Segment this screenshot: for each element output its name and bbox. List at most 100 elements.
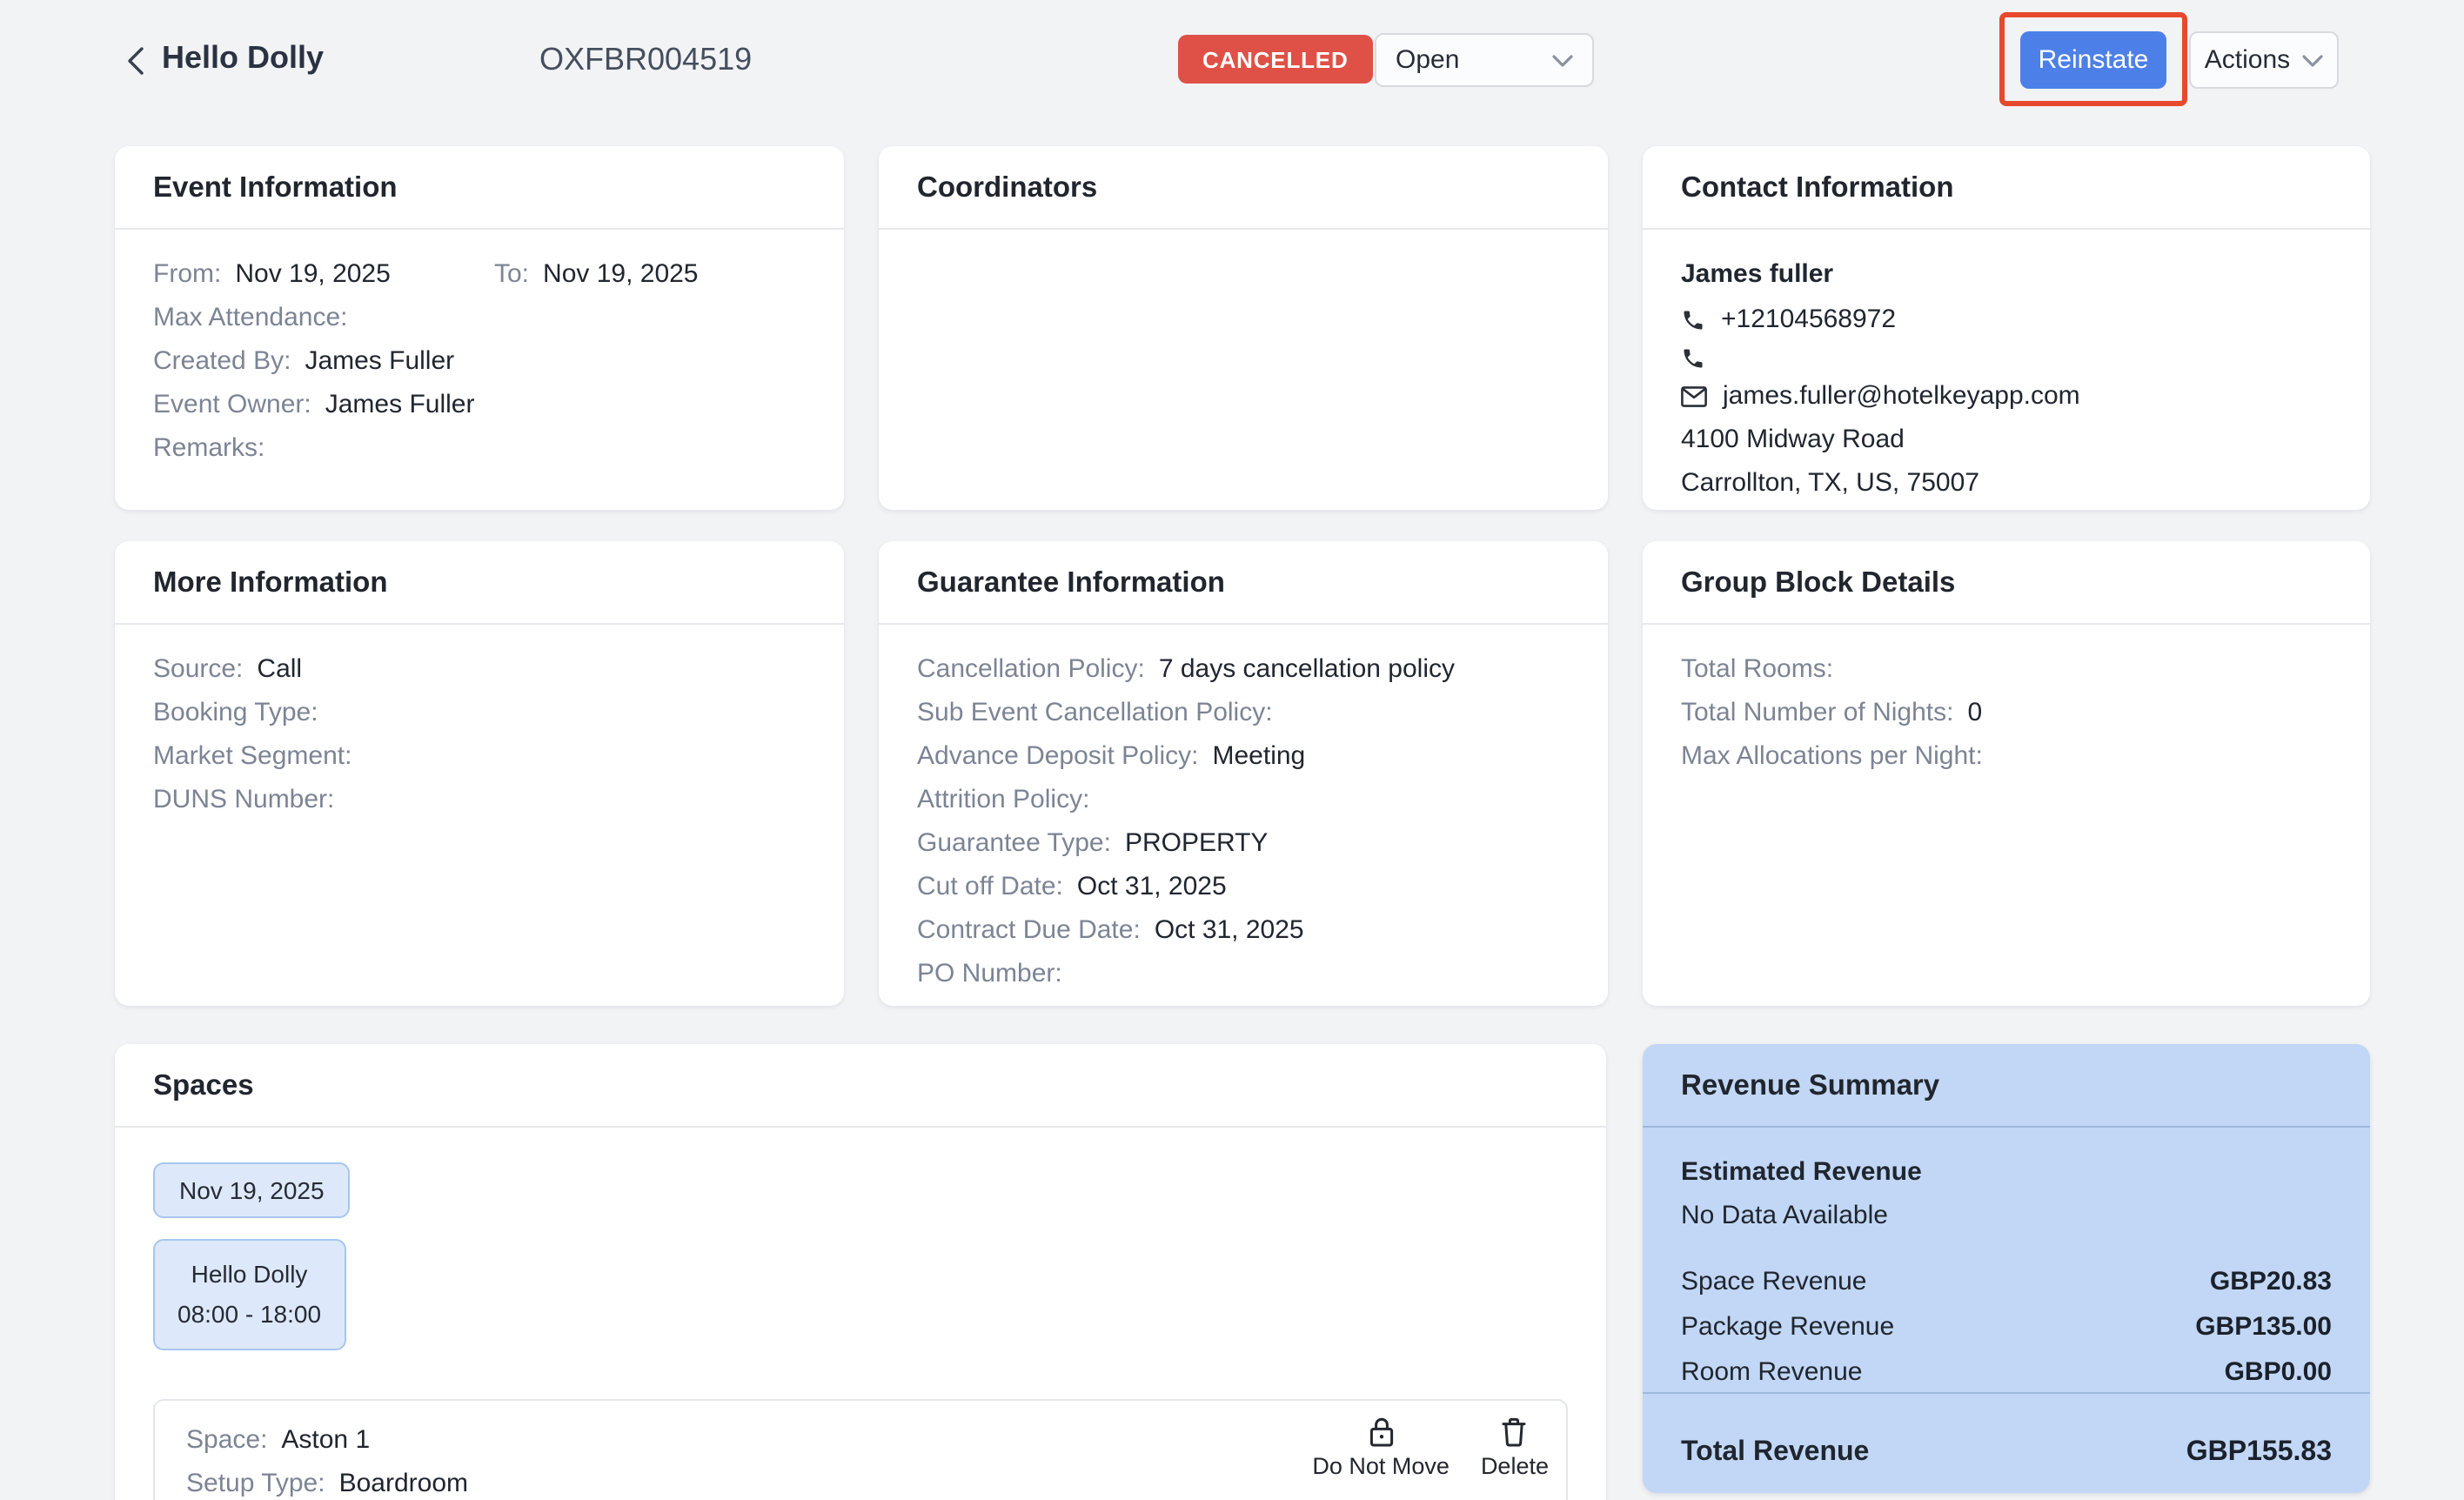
field-label: Sub Event Cancellation Policy: bbox=[917, 700, 1273, 727]
revenue-summary-card: Revenue Summary Estimated Revenue No Dat… bbox=[1643, 1044, 2370, 1493]
contact-name: James fuller bbox=[1681, 261, 2332, 289]
phone-icon bbox=[1681, 346, 1705, 371]
field-label: To: bbox=[494, 261, 529, 289]
field-label: Max Attendance: bbox=[153, 305, 348, 332]
revenue-row: Package Revenue GBP135.00 bbox=[1681, 1314, 2332, 1342]
field-row: Max Attendance: bbox=[153, 305, 806, 332]
divider bbox=[1643, 1392, 2370, 1394]
field-row: Contract Due Date: Oct 31, 2025 bbox=[917, 917, 1570, 945]
field-value: Nov 19, 2025 bbox=[543, 261, 698, 289]
no-data-text: No Data Available bbox=[1681, 1202, 2332, 1230]
event-detail-page: Hello Dolly OXFBR004519 CANCELLED Open R… bbox=[0, 0, 2464, 1500]
field-row: Advance Deposit Policy: Meeting bbox=[917, 743, 1570, 771]
lock-icon bbox=[1367, 1416, 1395, 1448]
total-revenue-label: Total Revenue bbox=[1681, 1437, 1869, 1469]
revenue-total-row: Total Revenue GBP155.83 bbox=[1681, 1437, 2332, 1469]
card-title: Group Block Details bbox=[1643, 541, 2370, 623]
card-title: Spaces bbox=[115, 1044, 1606, 1126]
field-value: PROPERTY bbox=[1125, 830, 1269, 858]
chevron-down-icon bbox=[2302, 53, 2323, 67]
field-row: Max Allocations per Night: bbox=[1681, 743, 2332, 771]
field-label: Cut off Date: bbox=[917, 874, 1063, 901]
revenue-label: Room Revenue bbox=[1681, 1359, 1862, 1387]
field-label: Event Owner: bbox=[153, 392, 311, 419]
field-row: Attrition Policy: bbox=[917, 787, 1570, 814]
revenue-label: Package Revenue bbox=[1681, 1314, 1894, 1342]
revenue-label: Space Revenue bbox=[1681, 1269, 1867, 1296]
field-label: Guarantee Type: bbox=[917, 830, 1111, 858]
contact-address-line1: 4100 Midway Road bbox=[1681, 426, 2332, 454]
trash-icon bbox=[1501, 1416, 1529, 1448]
field-label: Contract Due Date: bbox=[917, 917, 1141, 945]
field-label: Created By: bbox=[153, 348, 291, 376]
field-row: Event Owner: James Fuller bbox=[153, 392, 806, 419]
revenue-row: Room Revenue GBP0.00 bbox=[1681, 1359, 2332, 1387]
field-value: Boardroom bbox=[339, 1470, 468, 1498]
spaces-card: Spaces Nov 19, 2025 Hello Dolly 08:00 - … bbox=[115, 1044, 1606, 1500]
field-value: Nov 19, 2025 bbox=[235, 261, 390, 289]
field-value: Aston 1 bbox=[281, 1427, 370, 1455]
field-row: PO Number: bbox=[917, 961, 1570, 988]
status-badge: CANCELLED bbox=[1178, 35, 1373, 84]
event-code: OXFBR004519 bbox=[539, 42, 752, 78]
contact-information-card: Contact Information James fuller +121045… bbox=[1643, 146, 2370, 510]
revenue-row: Space Revenue GBP20.83 bbox=[1681, 1269, 2332, 1296]
field-label: Source: bbox=[153, 656, 243, 684]
do-not-move-button[interactable]: Do Not Move bbox=[1312, 1416, 1450, 1479]
contact-email: james.fuller@hotelkeyapp.com bbox=[1723, 383, 2080, 411]
field-row: Total Number of Nights: 0 bbox=[1681, 700, 2332, 727]
field-row: Remarks: bbox=[153, 435, 806, 463]
reinstate-button[interactable]: Reinstate bbox=[2020, 30, 2166, 88]
total-revenue-amount: GBP155.83 bbox=[2186, 1437, 2332, 1469]
delete-button[interactable]: Delete bbox=[1481, 1416, 1549, 1479]
page-title: Hello Dolly bbox=[162, 40, 324, 77]
field-row: Created By: James Fuller bbox=[153, 348, 806, 376]
space-detail-box: Space: Aston 1 Setup Type: Boardroom Des… bbox=[153, 1399, 1568, 1500]
field-label: Booking Type: bbox=[153, 700, 318, 727]
card-title: Coordinators bbox=[879, 146, 1608, 228]
space-date-chip[interactable]: Nov 19, 2025 bbox=[153, 1162, 351, 1218]
field-label: DUNS Number: bbox=[153, 787, 334, 814]
field-label: From: bbox=[153, 261, 221, 289]
group-block-details-card: Group Block Details Total Rooms: Total N… bbox=[1643, 541, 2370, 1006]
field-label: Attrition Policy: bbox=[917, 787, 1089, 814]
status-dropdown[interactable]: Open bbox=[1375, 33, 1594, 87]
header: Hello Dolly OXFBR004519 CANCELLED Open R… bbox=[0, 0, 2464, 125]
field-label: Setup Type: bbox=[186, 1470, 325, 1498]
status-dropdown-value: Open bbox=[1396, 45, 1459, 75]
field-value: Oct 31, 2025 bbox=[1155, 917, 1304, 945]
field-value: Meeting bbox=[1213, 743, 1306, 771]
field-row: Sub Event Cancellation Policy: bbox=[917, 700, 1570, 727]
card-title: Contact Information bbox=[1643, 146, 2370, 228]
chevron-down-icon bbox=[1552, 53, 1573, 67]
contact-phone-row-2 bbox=[1681, 346, 2332, 371]
guarantee-information-card: Guarantee Information Cancellation Polic… bbox=[879, 541, 1608, 1006]
card-title: Event Information bbox=[115, 146, 844, 228]
field-label: Market Segment: bbox=[153, 743, 352, 771]
field-label: Total Rooms: bbox=[1681, 656, 1833, 684]
field-label: Total Number of Nights: bbox=[1681, 700, 1953, 727]
back-button[interactable] bbox=[118, 42, 157, 80]
field-value: 0 bbox=[1967, 700, 1982, 727]
card-title: Revenue Summary bbox=[1643, 1044, 2370, 1126]
field-label: Cancellation Policy: bbox=[917, 656, 1145, 684]
event-information-card: Event Information From: Nov 19, 2025 To:… bbox=[115, 146, 844, 510]
actions-button[interactable]: Actions bbox=[2189, 31, 2339, 89]
field-value: Oct 31, 2025 bbox=[1077, 874, 1227, 901]
space-event-chip[interactable]: Hello Dolly 08:00 - 18:00 bbox=[153, 1239, 345, 1350]
coordinators-card: Coordinators bbox=[879, 146, 1608, 510]
contact-phone-row: +12104568972 bbox=[1681, 306, 2332, 334]
estimated-revenue-label: Estimated Revenue bbox=[1681, 1159, 2332, 1187]
delete-label: Delete bbox=[1481, 1453, 1549, 1479]
field-label: Max Allocations per Night: bbox=[1681, 743, 1983, 771]
space-event-chip-time: 08:00 - 18:00 bbox=[177, 1295, 321, 1335]
field-row: Total Rooms: bbox=[1681, 656, 2332, 684]
contact-email-row: james.fuller@hotelkeyapp.com bbox=[1681, 383, 2332, 411]
card-title: More Information bbox=[115, 541, 844, 623]
field-row: Cut off Date: Oct 31, 2025 bbox=[917, 874, 1570, 901]
field-row: Source: Call bbox=[153, 656, 806, 684]
revenue-amount: GBP0.00 bbox=[2225, 1359, 2332, 1387]
field-value: James Fuller bbox=[305, 348, 454, 376]
field-row: Market Segment: bbox=[153, 743, 806, 771]
field-row: From: Nov 19, 2025 To: Nov 19, 2025 bbox=[153, 261, 806, 289]
